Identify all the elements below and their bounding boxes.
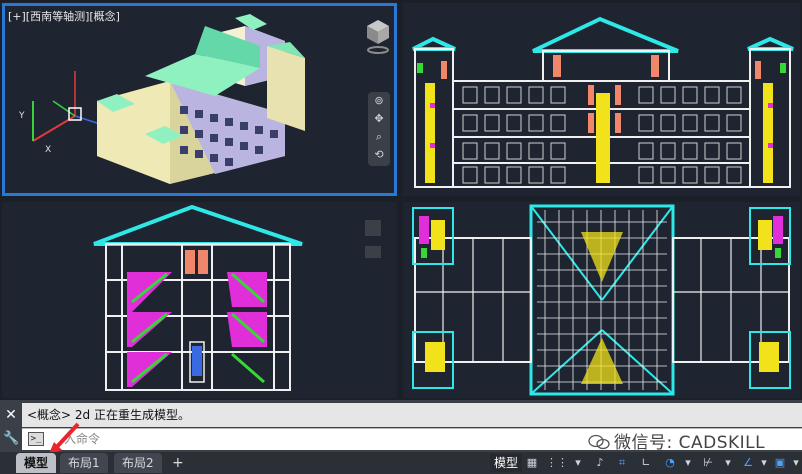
annotation-icon[interactable]: ▣ (772, 455, 788, 471)
front-elevation-drawing (412, 16, 794, 188)
polar-dropdown-icon[interactable]: ▾ (680, 455, 696, 471)
pan-icon[interactable]: ✥ (368, 110, 390, 128)
terminal-prompt-icon[interactable]: >_ (28, 432, 44, 446)
dynamic-ucs-icon[interactable]: ⌗ (614, 455, 630, 471)
infer-icon[interactable]: ♪ (592, 455, 608, 471)
grid-icon[interactable]: ▦ (524, 455, 540, 471)
section-drawing (93, 204, 303, 391)
viewport-front-elevation[interactable] (403, 3, 800, 196)
svg-text:Y: Y (18, 111, 25, 121)
orbit-icon[interactable]: ⟲ (368, 146, 390, 164)
svg-text:X: X (45, 145, 51, 155)
wechat-icon (588, 434, 610, 450)
ucs-icon: Y X (18, 71, 101, 155)
command-history: <概念> 2d 正在重生成模型。 (22, 403, 802, 427)
isodraft-dropdown-icon[interactable]: ▾ (756, 455, 772, 471)
plan-drawing (412, 204, 791, 396)
snap-icon[interactable]: ⋮⋮ (546, 455, 568, 471)
watermark-text: 微信号: CADSKILL (614, 433, 766, 453)
command-input[interactable] (64, 431, 464, 447)
viewport-plan[interactable] (403, 202, 800, 398)
viewcube-placeholder-icon[interactable] (365, 220, 391, 258)
steering-wheel-icon[interactable]: ⊚ (368, 92, 390, 110)
zoom-icon[interactable]: ⌕ (368, 128, 390, 146)
viewport-section[interactable] (2, 202, 397, 398)
tab-model[interactable]: 模型 (16, 453, 57, 473)
viewcube-icon[interactable] (365, 18, 391, 54)
isometric-model: Y X (18, 14, 305, 184)
osnap-icon[interactable]: ⊬ (700, 455, 716, 471)
add-layout-button[interactable]: + (172, 453, 184, 473)
customize-icon[interactable]: ▾ (788, 455, 802, 471)
navigation-bar[interactable]: ⊚ ✥ ⌕ ⟲ (368, 92, 390, 166)
ortho-icon[interactable]: ∟ (638, 455, 654, 471)
model-space-button[interactable]: 模型 (490, 454, 523, 472)
watermark: 微信号: CADSKILL (588, 428, 765, 453)
polar-icon[interactable]: ◔ (662, 455, 678, 471)
viewport-isometric[interactable]: [+][西南等轴测][概念] Y X ⊚ ✥ ⌕ ⟲ (2, 3, 397, 196)
isodraft-icon[interactable]: ∠ (740, 455, 756, 471)
dropdown-icon[interactable]: ▾ (570, 455, 586, 471)
status-bar: 模型 布局1 布局2 + 模型 ▦ ⋮⋮ ▾ ♪ ⌗ ∟ ◔ ▾ ⊬ ▾ ∠ ▾… (0, 452, 802, 474)
tab-layout1[interactable]: 布局1 (60, 453, 108, 473)
close-icon[interactable]: ✕ (3, 407, 19, 423)
wrench-icon[interactable]: 🔧 (3, 431, 19, 447)
tab-layout2[interactable]: 布局2 (114, 453, 162, 473)
osnap-dropdown-icon[interactable]: ▾ (720, 455, 736, 471)
